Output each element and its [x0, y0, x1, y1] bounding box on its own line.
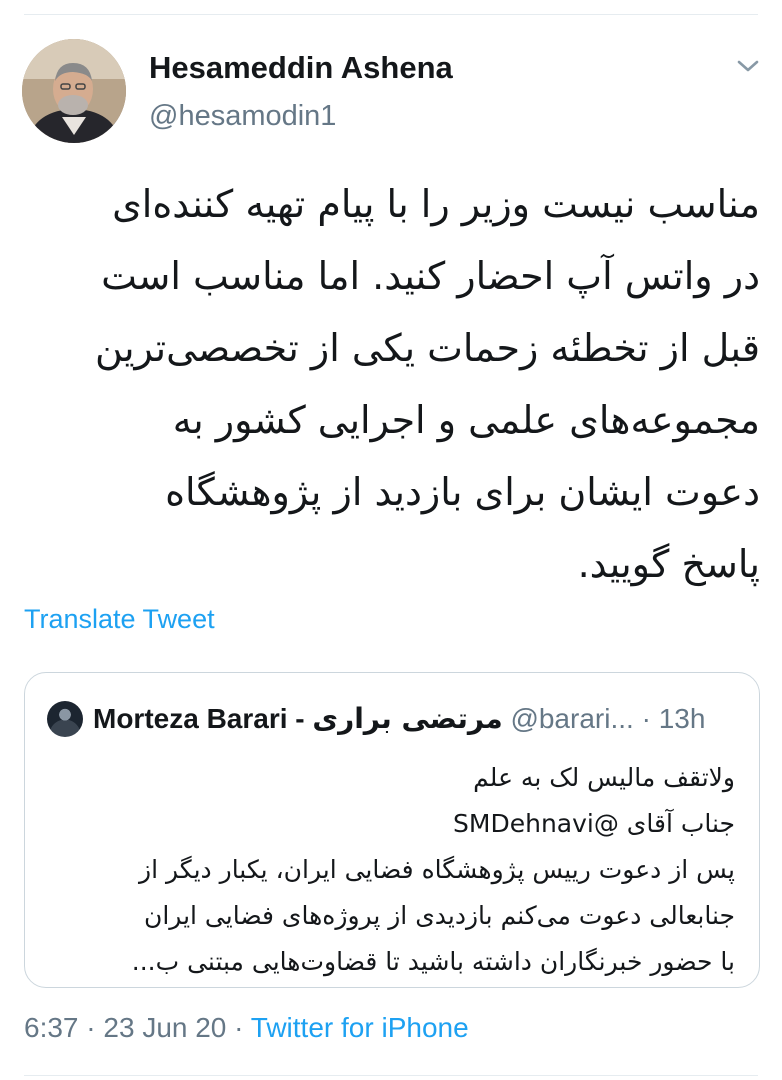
author-handle[interactable]: @hesamodin1 — [149, 100, 336, 133]
chevron-down-icon[interactable] — [735, 56, 761, 76]
quoted-author-handle: @barari... — [510, 703, 634, 734]
quoted-line: جنابعالی دعوت می‌کنم بازدیدی از پروژه‌ها… — [143, 901, 735, 930]
quoted-separator: · — [641, 703, 651, 734]
quoted-tweet-text: ولاتقف مالیس لک به علم جناب آقای @SMDehn… — [45, 755, 735, 985]
quoted-author-name-fa[interactable]: مرتضی براری — [312, 702, 502, 735]
quoted-time: 13h — [658, 703, 706, 734]
tweet-line: دعوت ایشان برای بازدید از پژوهشگاه — [165, 470, 760, 514]
author-avatar[interactable] — [22, 39, 126, 143]
author-avatar-image — [22, 39, 126, 143]
quoted-line: پس از دعوت رییس پژوهشگاه فضایی ایران، یک… — [139, 855, 735, 884]
tweet-time: 6:37 — [24, 1012, 79, 1043]
quoted-author-name[interactable]: Morteza Barari - — [93, 703, 305, 734]
footer-separator: · — [226, 1012, 251, 1043]
tweet-line: مناسب نیست وزیر را با پیام تهیه کننده‌ای — [112, 182, 760, 226]
tweet-line: مجموعه‌های علمی و اجرایی کشور به — [172, 398, 760, 442]
footer-separator: · — [78, 1012, 104, 1043]
tweet-text: مناسب نیست وزیر را با پیام تهیه کننده‌ای… — [24, 168, 760, 600]
quoted-tweet-header: Morteza Barari - مرتضی براری @barari... … — [93, 699, 743, 739]
quoted-line: ولاتقف مالیس لک به علم — [473, 763, 735, 792]
tweet-line: پاسخ گویید. — [577, 542, 760, 586]
bottom-divider — [24, 1075, 758, 1076]
quoted-line: با حضور خبرنگاران داشته باشید تا قضاوت‌ه… — [131, 947, 735, 976]
tweet-line: قبل از تخطئه زحمات یکی از تخصصی‌ترین — [95, 326, 760, 370]
tweet-footer: 6:37 · 23 Jun 20 · Twitter for iPhone — [24, 1012, 469, 1044]
tweet-source-link[interactable]: Twitter for iPhone — [251, 1012, 469, 1043]
tweet-line: در واتس آپ احضار کنید. اما مناسب است — [101, 254, 760, 298]
translate-tweet-link[interactable]: Translate Tweet — [24, 604, 215, 635]
top-divider — [24, 14, 758, 15]
quoted-author-avatar[interactable] — [47, 701, 83, 737]
author-name[interactable]: Hesameddin Ashena — [149, 50, 453, 86]
quoted-tweet[interactable]: Morteza Barari - مرتضی براری @barari... … — [24, 672, 760, 988]
quoted-line: جناب آقای @SMDehnavi — [453, 809, 735, 838]
tweet-date: 23 Jun 20 — [103, 1012, 227, 1043]
